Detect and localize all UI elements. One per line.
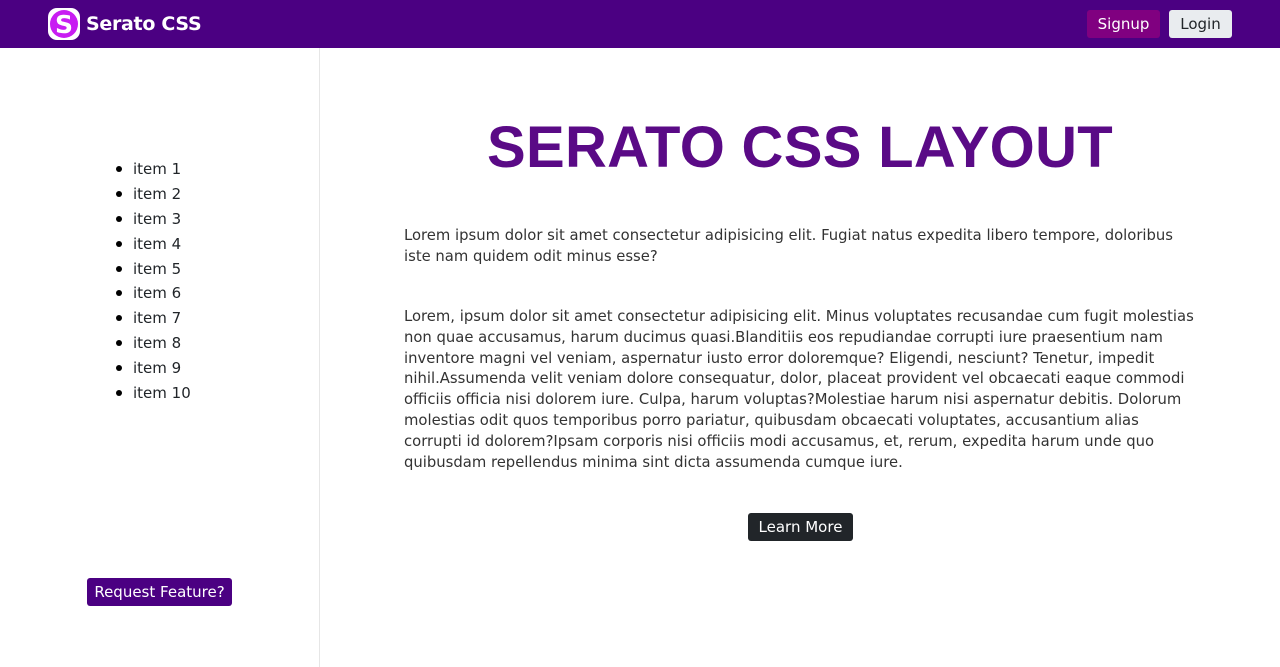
sidebar-item-label: item 9 <box>133 358 182 377</box>
sidebar-item-label: item 8 <box>133 333 182 352</box>
bullet-icon <box>116 166 122 173</box>
bullet-icon <box>116 290 122 297</box>
bullet-icon <box>116 364 122 371</box>
bullet-icon <box>116 191 122 198</box>
sidebar-item[interactable]: item 6 <box>116 281 191 306</box>
request-feature-button[interactable]: Request Feature? <box>87 578 232 606</box>
sidebar-item-label: item 1 <box>133 160 182 179</box>
sidebar-item[interactable]: item 2 <box>116 182 191 207</box>
sidebar-item[interactable]: item 3 <box>116 207 191 232</box>
brand[interactable]: S Serato CSS <box>48 7 202 41</box>
sidebar-item[interactable]: item 4 <box>116 231 191 256</box>
logo-letter: S <box>50 10 78 38</box>
sidebar-item-label: item 4 <box>133 234 182 253</box>
sidebar: item 1 item 2 item 3 item 4 item 5 item … <box>0 48 320 667</box>
sidebar-item[interactable]: item 9 <box>116 355 191 380</box>
top-navbar: S Serato CSS Signup Login <box>0 0 1280 48</box>
bullet-icon <box>116 215 122 222</box>
sidebar-item[interactable]: item 8 <box>116 331 191 356</box>
sidebar-item-label: item 7 <box>133 309 182 328</box>
bullet-icon <box>116 389 122 396</box>
sidebar-item-label: item 2 <box>133 185 182 204</box>
serato-logo-icon: S <box>48 8 80 40</box>
bullet-icon <box>116 315 122 322</box>
page-title: SERATO CSS LAYOUT <box>486 115 1114 180</box>
bullet-icon <box>116 339 122 346</box>
intro-paragraph: Lorem ipsum dolor sit amet consectetur a… <box>404 227 1173 265</box>
sidebar-item[interactable]: item 10 <box>116 380 191 405</box>
login-button[interactable]: Login <box>1169 10 1232 38</box>
sidebar-list: item 1 item 2 item 3 item 4 item 5 item … <box>116 157 191 405</box>
brand-name: Serato CSS <box>86 13 202 35</box>
body-paragraph: Lorem, ipsum dolor sit amet consectetur … <box>404 308 1194 471</box>
sidebar-item-label: item 10 <box>133 383 191 402</box>
sidebar-item-label: item 3 <box>133 209 182 228</box>
bullet-icon <box>116 240 122 247</box>
main-content: SERATO CSS LAYOUT Lorem ipsum dolor sit … <box>320 48 1280 667</box>
sidebar-item[interactable]: item 7 <box>116 306 191 331</box>
sidebar-item[interactable]: item 1 <box>116 157 191 182</box>
sidebar-item-label: item 6 <box>133 284 182 303</box>
sidebar-item-label: item 5 <box>133 259 182 278</box>
sidebar-item[interactable]: item 5 <box>116 256 191 281</box>
bullet-icon <box>116 265 122 272</box>
signup-button[interactable]: Signup <box>1087 10 1160 38</box>
learn-more-button[interactable]: Learn More <box>748 513 853 541</box>
